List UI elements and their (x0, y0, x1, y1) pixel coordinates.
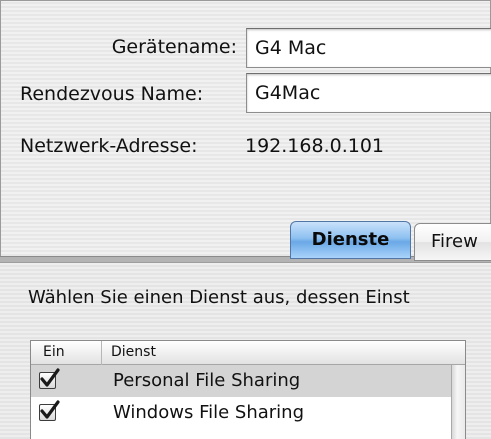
network-address-label: Netzwerk-Adresse: (20, 135, 198, 157)
device-name-field[interactable]: G4 Mac (246, 28, 491, 68)
rendezvous-name-label: Rendezvous Name: (20, 83, 204, 105)
services-instruction: Wählen Sie einen Dienst aus, dessen Eins… (28, 287, 410, 308)
column-header-service[interactable]: Dienst (111, 341, 156, 364)
network-address-value: 192.168.0.101 (245, 135, 385, 157)
checkmark-icon (40, 400, 60, 419)
column-header-on[interactable]: Ein (43, 341, 65, 364)
service-checkbox-windows-file-sharing[interactable] (39, 400, 60, 421)
rendezvous-name-field[interactable]: G4Mac (246, 73, 491, 113)
checkmark-icon (40, 368, 60, 387)
column-separator (101, 341, 102, 365)
tab-firewall[interactable]: Firew (414, 223, 491, 261)
table-header: Ein Dienst (31, 341, 465, 365)
table-row[interactable]: Personal File Sharing (31, 365, 452, 397)
service-label: Personal File Sharing (113, 370, 301, 391)
service-checkbox-personal-file-sharing[interactable] (39, 368, 60, 389)
device-name-label: Gerätename: (111, 36, 237, 58)
service-label: Windows File Sharing (113, 402, 305, 423)
services-table: Ein Dienst Personal File Sharing Windows… (30, 340, 466, 439)
table-scrollbar[interactable] (451, 365, 465, 439)
tab-dienste[interactable]: Dienste (290, 221, 411, 259)
table-row[interactable]: Windows File Sharing (31, 397, 452, 429)
